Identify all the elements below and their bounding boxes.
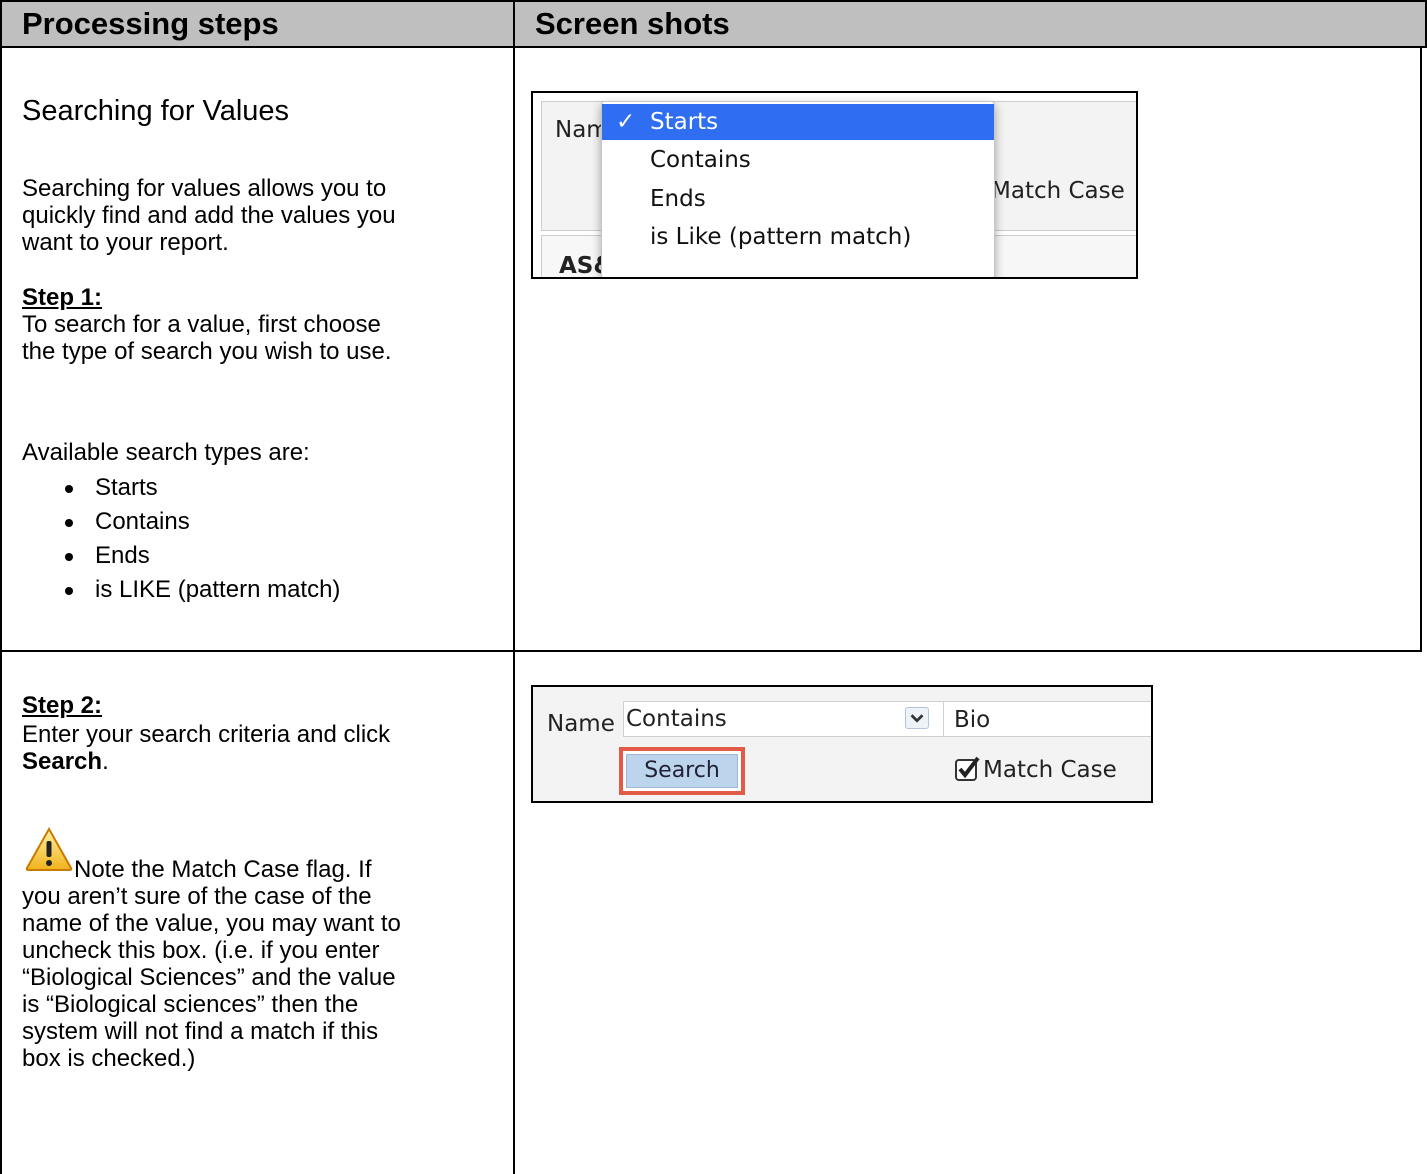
section-heading: Searching for Values <box>22 95 290 127</box>
screenshot-search-type-dropdown: Nam Match Case AS& ✓ Starts Contains End… <box>531 91 1138 279</box>
menu-item-label: is Like (pattern match) <box>650 224 912 250</box>
note-line: “Biological Sciences” and the value <box>22 964 396 991</box>
table-column-divider <box>513 46 515 1174</box>
table-border-left <box>0 46 2 1174</box>
match-case-label: Match Case <box>991 178 1125 204</box>
search-bold: Search <box>22 748 103 775</box>
intro-line: Searching for values allows you to <box>22 175 387 202</box>
match-case-label: Match Case <box>983 757 1117 783</box>
name-label: Name <box>547 711 615 737</box>
note-line: Note the Match Case flag. If <box>74 856 372 883</box>
search-button[interactable]: Search <box>626 754 738 788</box>
step2-title: Step 2: <box>22 692 103 719</box>
step1-line: the type of search you wish to use. <box>22 338 392 365</box>
note-line: uncheck this box. (i.e. if you enter <box>22 937 380 964</box>
step2-line: Enter your search criteria and click <box>22 721 391 748</box>
intro-line: want to your report. <box>22 229 229 256</box>
document-table: Processing steps Screen shots Searching … <box>0 0 1427 1174</box>
step1-title: Step 1: <box>22 284 103 311</box>
header-screen-shots: Screen shots <box>513 0 1427 48</box>
header-processing-steps: Processing steps <box>0 0 515 48</box>
step2-line: Search. <box>22 748 109 775</box>
intro-line: quickly find and add the values you <box>22 202 396 229</box>
note-line: system will not find a match if this <box>22 1018 379 1045</box>
search-types-list: Starts Contains Ends is LIKE (pattern ma… <box>22 471 340 607</box>
note-line: name of the value, you may want to <box>22 910 401 937</box>
menu-item-is-like[interactable]: is Like (pattern match) <box>602 219 994 255</box>
menu-item-contains[interactable]: Contains <box>602 142 994 178</box>
search-button-highlight: Search <box>619 747 745 795</box>
search-input[interactable]: Bio <box>943 701 1151 737</box>
search-type-select[interactable]: Contains <box>623 701 945 737</box>
list-item: Starts <box>22 471 340 505</box>
screenshot-search-form: Name Contains Bio Search Match Case <box>531 685 1153 803</box>
step1-line: To search for a value, first choose <box>22 311 381 338</box>
note-line: is “Biological sciences” then the <box>22 991 359 1018</box>
checkmark-icon: ✓ <box>616 109 636 135</box>
list-item: Ends <box>22 539 340 573</box>
search-type-menu: ✓ Starts Contains Ends is Like (pattern … <box>601 101 995 277</box>
note-line: box is checked.) <box>22 1045 196 1072</box>
table-row-divider <box>0 650 1422 652</box>
match-case-checkbox[interactable] <box>953 755 981 783</box>
table-border-right <box>1420 46 1422 651</box>
menu-item-label: Contains <box>650 147 751 173</box>
menu-item-label: Ends <box>650 186 706 212</box>
list-item: Contains <box>22 505 340 539</box>
step2-period: . <box>102 748 109 775</box>
note-line: you aren’t sure of the case of the <box>22 883 372 910</box>
menu-item-label: Starts <box>650 109 719 135</box>
list-item: is LIKE (pattern match) <box>22 573 340 607</box>
warning-icon <box>25 826 73 871</box>
chevron-down-icon[interactable] <box>905 707 929 729</box>
menu-item-ends[interactable]: Ends <box>602 181 994 217</box>
menu-item-starts[interactable]: ✓ Starts <box>602 104 994 140</box>
available-label: Available search types are: <box>22 439 310 466</box>
